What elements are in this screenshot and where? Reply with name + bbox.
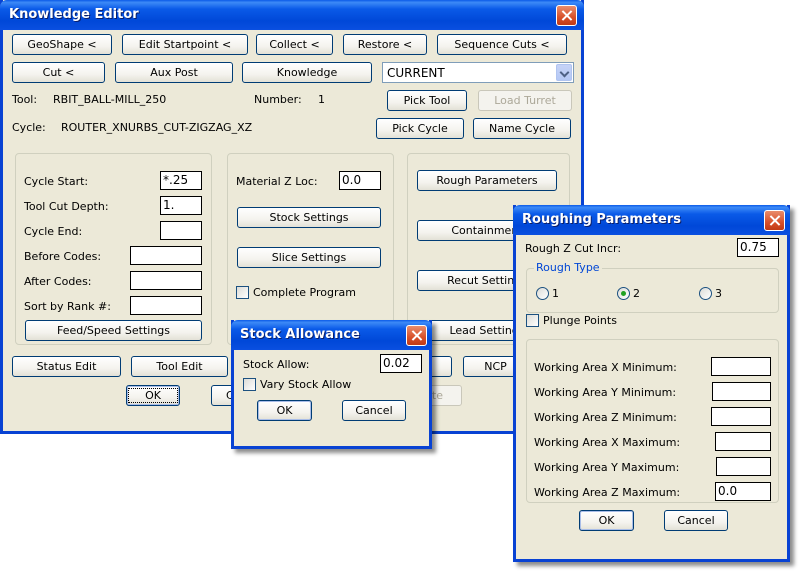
tool-label: Tool: bbox=[12, 93, 38, 106]
cancel-button[interactable]: Cancel bbox=[342, 400, 406, 421]
roughing-parameters-client: Rough Z Cut Incr: 0.75 Rough Type 1 2 3 … bbox=[516, 235, 787, 559]
working-area-x-min-input[interactable] bbox=[711, 357, 771, 376]
cycle-label: Cycle: bbox=[12, 121, 46, 134]
sort-by-rank-input[interactable] bbox=[130, 296, 202, 315]
rough-parameters-button[interactable]: Rough Parameters bbox=[417, 170, 557, 191]
complete-program-label: Complete Program bbox=[253, 286, 356, 299]
working-area-z-max-label: Working Area Z Maximum: bbox=[534, 486, 681, 499]
rough-type-label-1: 1 bbox=[552, 287, 559, 300]
close-icon[interactable] bbox=[406, 325, 427, 346]
rough-type-label-2: 2 bbox=[633, 287, 640, 300]
after-codes-input[interactable] bbox=[130, 271, 202, 290]
window-title: Knowledge Editor bbox=[9, 7, 139, 22]
working-area-y-max-input[interactable] bbox=[716, 457, 771, 476]
sequence-cuts-button[interactable]: Sequence Cuts < bbox=[437, 34, 567, 55]
dialog-title: Stock Allowance bbox=[240, 327, 360, 342]
rough-type-legend: Rough Type bbox=[534, 261, 602, 274]
load-turret-button: Load Turret bbox=[478, 90, 572, 111]
cycle-start-input[interactable]: *.25 bbox=[160, 171, 202, 190]
working-area-y-min-label: Working Area Y Minimum: bbox=[534, 386, 677, 399]
plunge-points-checkbox[interactable] bbox=[526, 314, 539, 327]
tool-cut-depth-label: Tool Cut Depth: bbox=[24, 200, 109, 213]
working-area-x-max-input[interactable] bbox=[715, 432, 771, 451]
edit-startpoint-button[interactable]: Edit Startpoint < bbox=[122, 34, 248, 55]
complete-program-checkbox[interactable] bbox=[236, 286, 249, 299]
vary-stock-allow-label: Vary Stock Allow bbox=[260, 378, 352, 391]
ok-button[interactable]: OK bbox=[257, 400, 312, 421]
name-cycle-button[interactable]: Name Cycle bbox=[473, 118, 571, 139]
working-area-y-max-label: Working Area Y Maximum: bbox=[534, 461, 680, 474]
close-icon[interactable] bbox=[764, 210, 785, 231]
working-area-y-min-input[interactable] bbox=[712, 382, 771, 401]
collect-button[interactable]: Collect < bbox=[256, 34, 333, 55]
cycle-value: ROUTER_XNURBS_CUT-ZIGZAG_XZ bbox=[61, 121, 253, 134]
working-area-z-max-input[interactable]: 0.0 bbox=[715, 482, 771, 501]
working-area-z-min-label: Working Area Z Minimum: bbox=[534, 411, 677, 424]
roughing-parameters-titlebar[interactable]: Roughing Parameters bbox=[513, 205, 790, 235]
close-icon[interactable] bbox=[556, 5, 577, 26]
cycle-start-label: Cycle Start: bbox=[24, 175, 89, 188]
rough-z-cut-input[interactable]: 0.75 bbox=[737, 238, 779, 257]
aux-post-button[interactable]: Aux Post bbox=[115, 62, 233, 83]
tool-edit-button[interactable]: Tool Edit bbox=[131, 356, 228, 377]
material-z-label: Material Z Loc: bbox=[236, 175, 318, 188]
stock-allow-input[interactable]: 0.02 bbox=[380, 354, 422, 373]
cut-button[interactable]: Cut < bbox=[12, 62, 105, 83]
cycle-end-label: Cycle End: bbox=[24, 225, 83, 238]
working-area-z-min-input[interactable] bbox=[711, 407, 771, 426]
after-codes-label: After Codes: bbox=[24, 275, 92, 288]
knowledge-select-value: CURRENT bbox=[387, 66, 445, 80]
dialog-title: Roughing Parameters bbox=[522, 212, 681, 227]
rough-type-radio-2[interactable] bbox=[617, 287, 630, 300]
number-value: 1 bbox=[318, 93, 325, 106]
tool-value: RBIT_BALL-MILL_250 bbox=[53, 93, 167, 106]
ok-label: OK bbox=[128, 388, 178, 403]
cancel-button[interactable]: Cancel bbox=[664, 510, 728, 531]
roughing-parameters-dialog: Roughing Parameters Rough Z Cut Incr: 0.… bbox=[513, 205, 790, 562]
knowledge-button[interactable]: Knowledge bbox=[242, 62, 372, 83]
vary-stock-allow-checkbox[interactable] bbox=[243, 378, 256, 391]
pick-cycle-button[interactable]: Pick Cycle bbox=[376, 118, 464, 139]
tool-cut-depth-input[interactable]: 1. bbox=[160, 196, 202, 215]
ok-button[interactable]: OK bbox=[126, 385, 180, 406]
knowledge-editor-titlebar[interactable]: Knowledge Editor bbox=[0, 0, 584, 30]
working-area-x-max-label: Working Area X Maximum: bbox=[534, 436, 681, 449]
pick-tool-button[interactable]: Pick Tool bbox=[387, 90, 467, 111]
geoshape-button[interactable]: GeoShape < bbox=[12, 34, 112, 55]
status-edit-button[interactable]: Status Edit bbox=[12, 356, 121, 377]
stock-settings-button[interactable]: Stock Settings bbox=[237, 207, 381, 228]
plunge-points-label: Plunge Points bbox=[543, 314, 617, 327]
sort-by-rank-label: Sort by Rank #: bbox=[24, 300, 111, 313]
stock-allowance-titlebar[interactable]: Stock Allowance bbox=[231, 320, 432, 350]
stock-allowance-dialog: Stock Allowance Stock Allow: 0.02 Vary S… bbox=[231, 320, 432, 449]
working-area-x-min-label: Working Area X Minimum: bbox=[534, 361, 677, 374]
material-z-input[interactable]: 0.0 bbox=[339, 171, 381, 190]
slice-settings-button[interactable]: Slice Settings bbox=[237, 247, 381, 268]
chevron-down-icon[interactable] bbox=[556, 64, 572, 81]
rough-type-radio-1[interactable] bbox=[536, 287, 549, 300]
feed-speed-settings-button[interactable]: Feed/Speed Settings bbox=[25, 320, 202, 341]
rough-type-radio-3[interactable] bbox=[699, 287, 712, 300]
before-codes-input[interactable] bbox=[130, 246, 202, 265]
rough-type-label-3: 3 bbox=[715, 287, 722, 300]
ok-button[interactable]: OK bbox=[579, 510, 634, 531]
rough-z-cut-label: Rough Z Cut Incr: bbox=[525, 242, 622, 255]
restore-button[interactable]: Restore < bbox=[343, 34, 427, 55]
number-label: Number: bbox=[254, 93, 302, 106]
knowledge-select[interactable]: CURRENT bbox=[382, 62, 574, 83]
rough-type-group bbox=[526, 268, 779, 313]
stock-allow-label: Stock Allow: bbox=[243, 358, 310, 371]
cycle-end-input[interactable] bbox=[160, 221, 202, 240]
stock-allowance-client: Stock Allow: 0.02 Vary Stock Allow OK Ca… bbox=[234, 350, 429, 446]
before-codes-label: Before Codes: bbox=[24, 250, 102, 263]
